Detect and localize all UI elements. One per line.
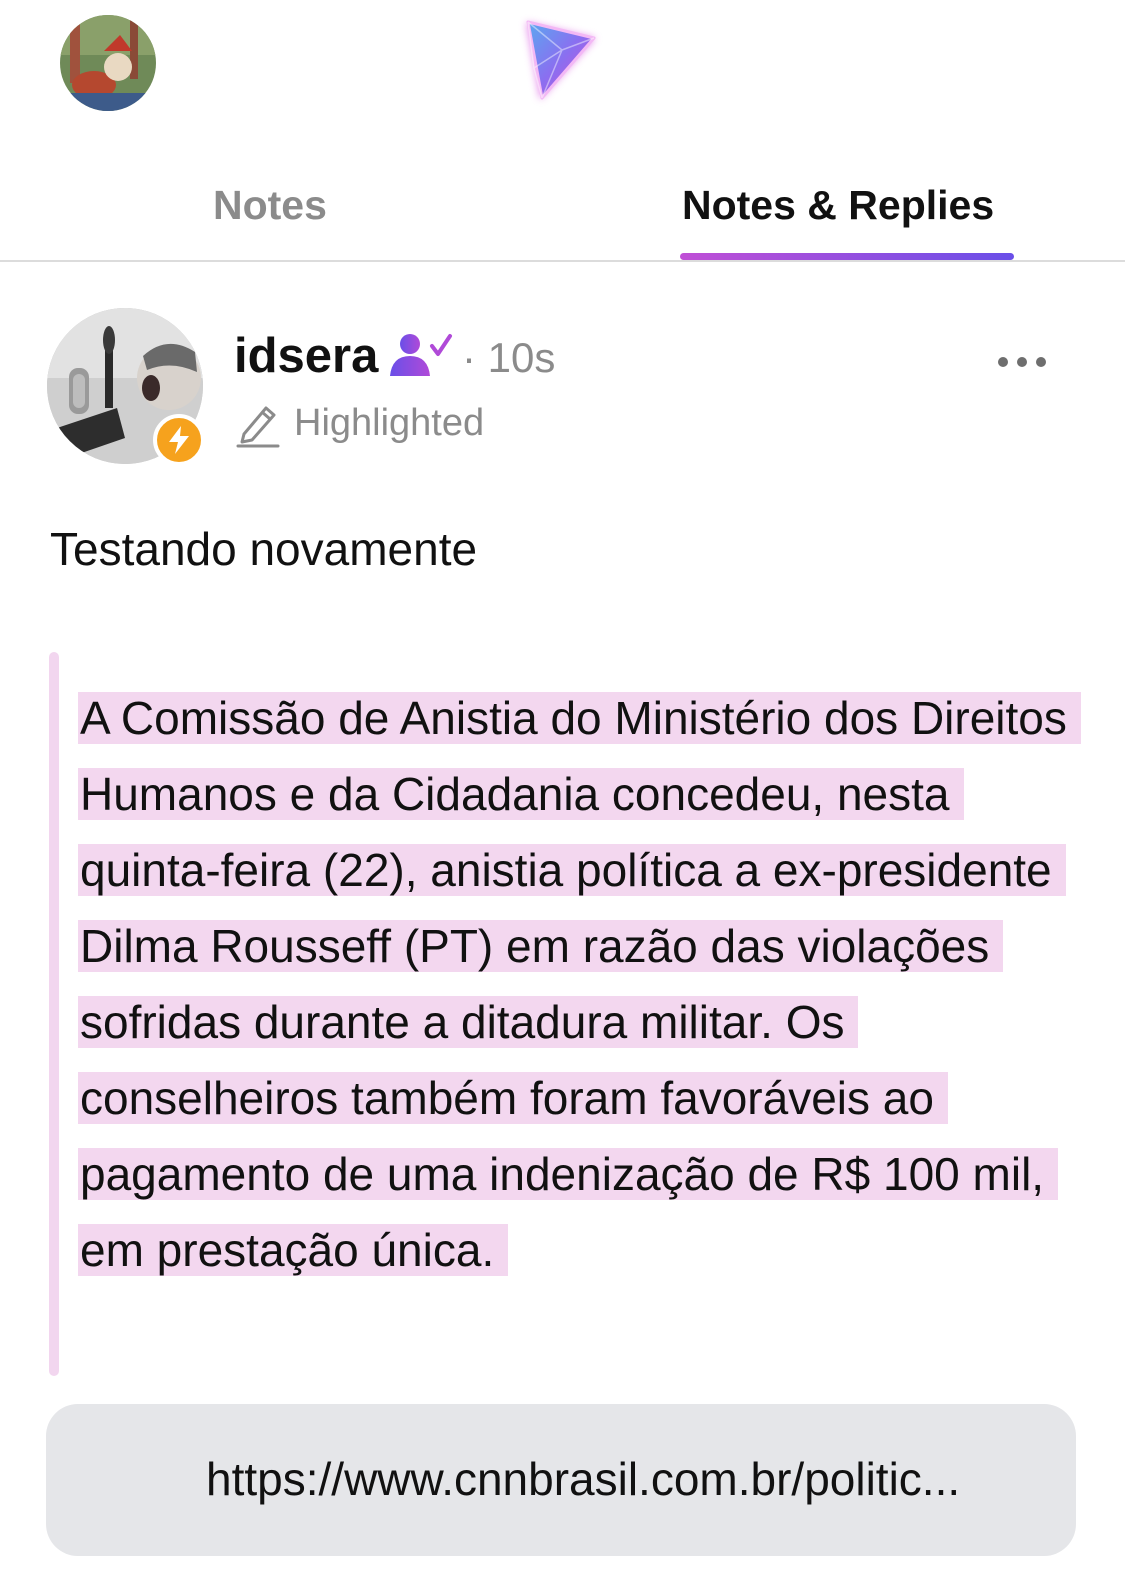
verified-subscriber-icon-image <box>390 334 452 376</box>
tab-bar: Notes Notes & Replies <box>0 150 1125 262</box>
user-avatar[interactable] <box>60 15 156 111</box>
note-text: Testando novamente <box>50 523 478 575</box>
verified-subscriber-icon <box>388 332 454 378</box>
pencil-icon-image <box>236 406 280 448</box>
highlighted-quote: A Comissão de Anistia do Ministério dos … <box>78 680 1081 1288</box>
lightning-bolt-icon <box>153 414 205 466</box>
more-options-icon[interactable] <box>996 352 1048 372</box>
quote-bar <box>49 652 59 1376</box>
author-name[interactable]: idsera <box>234 328 378 384</box>
post-timestamp: · 10s <box>462 334 556 381</box>
highlighted-quote-text: A Comissão de Anistia do Ministério dos … <box>78 692 1081 1276</box>
pencil-icon <box>236 400 280 448</box>
lightning-bolt-icon-image <box>169 426 189 454</box>
link-preview-card[interactable]: https://www.cnnbrasil.com.br/politic... <box>46 1404 1076 1556</box>
active-tab-indicator <box>680 253 1014 260</box>
link-url[interactable]: https://www.cnnbrasil.com.br/politic... <box>206 1452 1061 1506</box>
app-logo-icon-image <box>526 20 596 100</box>
notes-page: Notes Notes & Replies idsera · 10s Highl… <box>0 0 1125 1572</box>
more-options-icon-image <box>998 357 1046 367</box>
tab-notes-and-replies[interactable]: Notes & Replies <box>682 182 994 229</box>
app-logo-icon[interactable] <box>512 8 612 108</box>
user-avatar-image <box>60 15 156 111</box>
tab-notes[interactable]: Notes <box>213 182 327 229</box>
highlighted-label: Highlighted <box>294 402 485 444</box>
